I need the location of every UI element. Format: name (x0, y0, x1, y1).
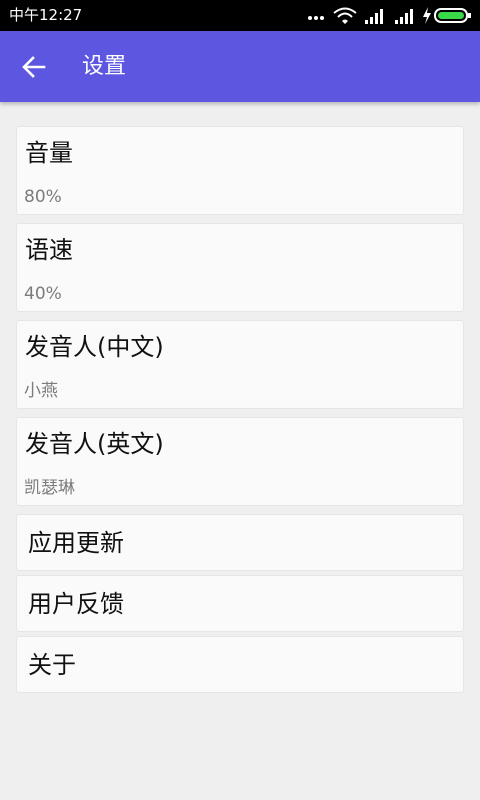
status-bar: 中午12:27 (0, 0, 480, 31)
signal-icon (395, 9, 413, 24)
app-bar: 设置 (0, 31, 480, 102)
setting-title: 发音人(英文) (25, 430, 164, 458)
setting-speech-rate[interactable]: 语速 40% (16, 223, 464, 312)
signal-icon (365, 9, 383, 24)
status-time: 中午12:27 (9, 6, 83, 24)
charging-icon (423, 7, 431, 24)
back-arrow-icon (22, 56, 46, 78)
setting-title: 关于 (28, 651, 76, 679)
setting-value: 凯瑟琳 (24, 478, 75, 498)
more-icon (308, 16, 324, 20)
setting-chinese-voice[interactable]: 发音人(中文) 小燕 (16, 320, 464, 409)
setting-title: 语速 (25, 236, 73, 264)
setting-value: 40% (24, 284, 62, 304)
settings-list: 音量 80% 语速 40% 发音人(中文) 小燕 发音人(英文) 凯瑟琳 应用更… (16, 126, 464, 697)
back-button[interactable] (14, 47, 54, 87)
setting-title: 用户反馈 (28, 590, 124, 618)
page-title: 设置 (82, 54, 127, 79)
setting-feedback[interactable]: 用户反馈 (16, 575, 464, 632)
setting-title: 音量 (25, 139, 73, 167)
setting-about[interactable]: 关于 (16, 636, 464, 693)
setting-english-voice[interactable]: 发音人(英文) 凯瑟琳 (16, 417, 464, 506)
setting-value: 80% (24, 187, 62, 207)
setting-title: 应用更新 (28, 529, 124, 557)
setting-title: 发音人(中文) (25, 333, 164, 361)
status-icons (306, 6, 472, 25)
setting-app-update[interactable]: 应用更新 (16, 514, 464, 571)
setting-value: 小燕 (24, 381, 58, 401)
wifi-icon (333, 7, 357, 24)
setting-volume[interactable]: 音量 80% (16, 126, 464, 215)
battery-icon (434, 8, 471, 23)
